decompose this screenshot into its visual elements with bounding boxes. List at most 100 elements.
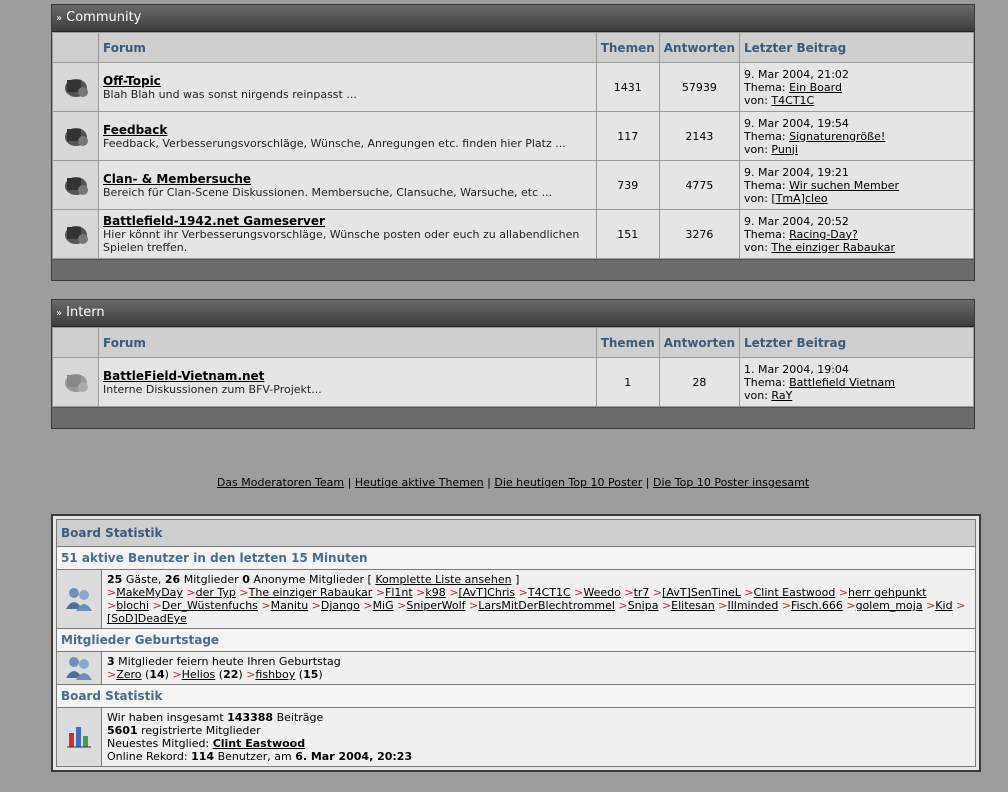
online-user-link[interactable]: SniperWolf xyxy=(406,599,465,612)
last-post-date: 9. Mar 2004, 19:21 xyxy=(744,165,849,179)
last-post-topic-link[interactable]: Battlefield Vietnam xyxy=(789,376,895,389)
last-post-topic-link[interactable]: Wir suchen Member xyxy=(789,179,899,192)
last-post-date: 9. Mar 2004, 19:54 xyxy=(744,116,849,130)
last-post-author-link[interactable]: RaY xyxy=(771,389,792,402)
guest-label: Gäste, xyxy=(125,573,162,586)
online-user-link[interactable]: der Typ xyxy=(196,586,236,599)
active-topics-link[interactable]: Heutige aktive Themen xyxy=(355,476,484,489)
anon-count: 0 xyxy=(242,573,250,586)
double-arrow-icon: » xyxy=(56,13,63,24)
forum-link[interactable]: Battlefield-1942.net Gameserver xyxy=(103,214,325,228)
online-user-link[interactable]: Elitesan xyxy=(671,599,715,612)
posts-pre: Wir haben insgesamt xyxy=(107,711,224,724)
forum-folder-icon xyxy=(52,62,99,112)
von-label: von: xyxy=(744,191,768,205)
online-user-link[interactable]: Clint Eastwood xyxy=(754,586,836,599)
user-prefix-glyph: > xyxy=(363,599,373,612)
reply-count: 57939 xyxy=(658,62,741,112)
last-post-author-link[interactable]: Punji xyxy=(771,143,798,156)
forum-folder-icon xyxy=(52,160,99,210)
topic-count: 1431 xyxy=(595,62,660,112)
last-post-topic-link[interactable]: Racing-Day? xyxy=(789,228,858,241)
online-user-link[interactable]: The einziger Rabaukar xyxy=(249,586,373,599)
record-date: 6. Mar 2004, 20:23 xyxy=(295,750,413,763)
user-prefix-glyph: > xyxy=(838,586,849,599)
topic-count: 117 xyxy=(595,111,660,161)
thema-label: Thema: xyxy=(744,227,786,241)
thema-label: Thema: xyxy=(744,129,786,143)
online-user-link[interactable]: Der_Wüstenfuchs xyxy=(162,599,258,612)
forum-link[interactable]: Clan- & Membersuche xyxy=(103,172,251,186)
online-user-link[interactable]: Fl1nt xyxy=(385,586,413,599)
online-user-link[interactable]: Manitu xyxy=(271,599,309,612)
online-user-link[interactable]: Django xyxy=(321,599,360,612)
forum-link[interactable]: BattleField-Vietnam.net xyxy=(103,369,264,383)
birthday-user-link[interactable]: fishboy xyxy=(255,668,295,681)
header-topics: Themen xyxy=(595,32,660,63)
last-post-topic-link[interactable]: Signaturengröße! xyxy=(789,130,885,143)
last-post-topic-link[interactable]: Ein Board xyxy=(789,81,842,94)
birthday-age: 22 xyxy=(223,668,239,681)
last-post-author-link[interactable]: The einziger Rabaukar xyxy=(771,241,895,254)
last-post-author-link[interactable]: [TmA]cleo xyxy=(771,192,827,205)
online-user-link[interactable]: Kid xyxy=(935,599,952,612)
thema-label: Thema: xyxy=(744,178,786,192)
online-user-link[interactable]: [SoD]DeadEye xyxy=(107,612,187,625)
forum-row-clan: Clan- & Membersuche Bereich für Clan-Scen… xyxy=(52,160,974,210)
forum-folder-icon xyxy=(52,357,99,407)
moderators-link[interactable]: Das Moderatoren Team xyxy=(217,476,344,489)
category-intern: » Intern Forum Themen Antworten Letzter B… xyxy=(51,299,975,429)
online-user-link[interactable]: Illminded xyxy=(727,599,778,612)
online-user-link[interactable]: k98 xyxy=(425,586,445,599)
online-user-link[interactable]: MakeMyDay xyxy=(116,586,183,599)
online-user-link[interactable]: [AvT]Chris xyxy=(458,586,515,599)
full-list-link[interactable]: Komplette Liste ansehen xyxy=(375,573,511,586)
birthday-user-link[interactable]: Zero xyxy=(116,668,141,681)
online-user-link[interactable]: blochi xyxy=(116,599,149,612)
user-prefix-glyph: > xyxy=(172,668,182,681)
bar-chart-icon xyxy=(56,707,102,767)
forum-link[interactable]: Feedback xyxy=(103,123,167,137)
user-prefix-glyph: > xyxy=(469,599,479,612)
online-user-link[interactable]: [AvT]SenTineL xyxy=(662,586,741,599)
age-close: ) xyxy=(318,668,323,681)
online-user-link[interactable]: Fisch.666 xyxy=(791,599,843,612)
posts-post: Beiträge xyxy=(276,711,324,724)
category-title: Intern xyxy=(66,305,105,320)
category-title: Community xyxy=(66,10,142,25)
user-prefix-glyph: > xyxy=(956,599,966,612)
user-prefix-glyph: > xyxy=(107,668,117,681)
reply-count: 3276 xyxy=(658,209,741,259)
forum-link[interactable]: Off-Topic xyxy=(103,74,161,88)
birthday-list: 3 Mitglieder feiern heute Ihren Geburtst… xyxy=(101,651,976,685)
user-prefix-glyph: > xyxy=(661,599,672,612)
online-user-names: >MakeMyDay >der Typ >The einziger Rabauk… xyxy=(107,586,970,625)
user-prefix-glyph: > xyxy=(311,599,321,612)
online-user-link[interactable]: LarsMitDerBlechtrommel xyxy=(478,599,615,612)
online-user-link[interactable]: Snipa xyxy=(628,599,659,612)
online-user-link[interactable]: T4CT1C xyxy=(528,586,571,599)
user-prefix-glyph: > xyxy=(518,586,528,599)
header-forum: Forum xyxy=(98,32,597,63)
active-users-title: 51 aktive Benutzer in den letzten 15 Min… xyxy=(56,546,976,570)
online-user-link[interactable]: Weedo xyxy=(583,586,620,599)
header-replies: Antworten xyxy=(658,327,741,358)
last-post-author-link[interactable]: T4CT1C xyxy=(771,94,814,107)
von-label: von: xyxy=(744,93,768,107)
online-user-link[interactable]: tr7 xyxy=(634,586,650,599)
top10-overall-link[interactable]: Die Top 10 Poster insgesamt xyxy=(653,476,809,489)
forum-row-feedback: Feedback Feedback, Verbesserungsvorschläg… xyxy=(52,111,974,161)
top10-today-link[interactable]: Die heutigen Top 10 Poster xyxy=(494,476,642,489)
online-user-link[interactable]: MiG xyxy=(373,599,394,612)
online-user-link[interactable]: golem_moja xyxy=(856,599,923,612)
birthday-user-link[interactable]: Helios xyxy=(182,668,216,681)
topic-count: 1 xyxy=(595,357,660,407)
users-icon xyxy=(56,569,102,629)
user-prefix-glyph: > xyxy=(107,586,117,599)
double-arrow-icon: » xyxy=(56,308,63,319)
online-user-link[interactable]: herr gehpunkt xyxy=(848,586,926,599)
forum-description: Interne Diskussionen zum BFV-Projekt... xyxy=(103,382,322,396)
newest-member-link[interactable]: Clint Eastwood xyxy=(213,737,305,750)
board-stats-title: Board Statistik xyxy=(56,684,976,708)
forum-description: Feedback, Verbesserungsvorschläge, Wünsc… xyxy=(103,136,566,150)
